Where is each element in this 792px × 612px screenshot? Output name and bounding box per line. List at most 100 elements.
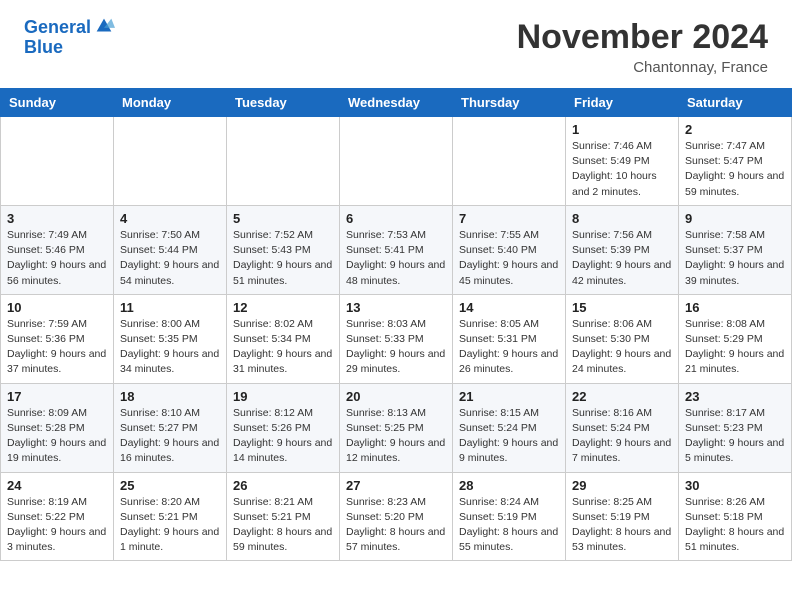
day-cell: 4Sunrise: 7:50 AM Sunset: 5:44 PM Daylig… <box>114 205 227 294</box>
day-cell: 5 Sunrise: 7:52 AM Sunset: 5:43 PM Daylig… <box>227 205 340 294</box>
day-info: Sunrise: 8:00 AM Sunset: 5:35 PM Dayligh… <box>120 317 220 378</box>
day-number: 27 <box>346 478 446 493</box>
day-info: Sunrise: 8:05 AM Sunset: 5:31 PM Dayligh… <box>459 317 559 378</box>
col-friday: Friday <box>566 89 679 117</box>
day-number: 5 <box>233 211 333 226</box>
day-cell: 1 Sunrise: 7:46 AM Sunset: 5:49 PM Daylig… <box>566 117 679 206</box>
week-row-3: 10 Sunrise: 7:59 AM Sunset: 5:36 PM Dayli… <box>1 294 792 383</box>
day-number: 10 <box>7 300 107 315</box>
day-number: 16 <box>685 300 785 315</box>
day-number: 1 <box>572 122 672 137</box>
day-info: Sunrise: 8:06 AM Sunset: 5:30 PM Dayligh… <box>572 317 672 378</box>
page: General Blue November 2024 Chantonnay, F… <box>0 0 792 561</box>
day-cell: 14 Sunrise: 8:05 AM Sunset: 5:31 PM Dayli… <box>453 294 566 383</box>
day-cell: 27Sunrise: 8:23 AM Sunset: 5:20 PM Dayli… <box>340 472 453 561</box>
day-number: 29 <box>572 478 672 493</box>
day-number: 12 <box>233 300 333 315</box>
day-cell <box>340 117 453 206</box>
month-title: November 2024 <box>517 18 768 57</box>
day-info: Sunrise: 7:49 AM Sunset: 5:46 PM Dayligh… <box>7 228 107 289</box>
day-cell: 30 Sunrise: 8:26 AM Sunset: 5:18 PM Dayli… <box>679 472 792 561</box>
day-cell: 25 Sunrise: 8:20 AM Sunset: 5:21 PM Dayli… <box>114 472 227 561</box>
day-cell: 16 Sunrise: 8:08 AM Sunset: 5:29 PM Dayli… <box>679 294 792 383</box>
day-cell: 19 Sunrise: 8:12 AM Sunset: 5:26 PM Dayli… <box>227 383 340 472</box>
day-info: Sunrise: 8:03 AM Sunset: 5:33 PM Dayligh… <box>346 317 446 378</box>
day-cell: 9 Sunrise: 7:58 AM Sunset: 5:37 PM Daylig… <box>679 205 792 294</box>
day-info: Sunrise: 8:12 AM Sunset: 5:26 PM Dayligh… <box>233 406 333 467</box>
day-info: Sunrise: 7:53 AM Sunset: 5:41 PM Dayligh… <box>346 228 446 289</box>
day-number: 25 <box>120 478 220 493</box>
day-cell <box>227 117 340 206</box>
day-cell: 24Sunrise: 8:19 AM Sunset: 5:22 PM Dayli… <box>1 472 114 561</box>
day-number: 23 <box>685 389 785 404</box>
calendar-table: Sunday Monday Tuesday Wednesday Thursday… <box>0 88 792 561</box>
week-row-2: 3 Sunrise: 7:49 AM Sunset: 5:46 PM Daylig… <box>1 205 792 294</box>
day-cell: 8 Sunrise: 7:56 AM Sunset: 5:39 PM Daylig… <box>566 205 679 294</box>
day-number: 7 <box>459 211 559 226</box>
day-number: 17 <box>7 389 107 404</box>
col-wednesday: Wednesday <box>340 89 453 117</box>
week-row-5: 24Sunrise: 8:19 AM Sunset: 5:22 PM Dayli… <box>1 472 792 561</box>
col-thursday: Thursday <box>453 89 566 117</box>
day-cell: 3 Sunrise: 7:49 AM Sunset: 5:46 PM Daylig… <box>1 205 114 294</box>
day-cell: 2Sunrise: 7:47 AM Sunset: 5:47 PM Daylig… <box>679 117 792 206</box>
day-cell: 23Sunrise: 8:17 AM Sunset: 5:23 PM Dayli… <box>679 383 792 472</box>
logo-icon <box>93 15 115 37</box>
day-cell <box>1 117 114 206</box>
day-cell: 10 Sunrise: 7:59 AM Sunset: 5:36 PM Dayli… <box>1 294 114 383</box>
logo: General Blue <box>24 18 115 58</box>
day-number: 8 <box>572 211 672 226</box>
day-cell <box>114 117 227 206</box>
day-number: 11 <box>120 300 220 315</box>
day-cell: 6Sunrise: 7:53 AM Sunset: 5:41 PM Daylig… <box>340 205 453 294</box>
day-info: Sunrise: 7:50 AM Sunset: 5:44 PM Dayligh… <box>120 228 220 289</box>
day-cell: 12 Sunrise: 8:02 AM Sunset: 5:34 PM Dayli… <box>227 294 340 383</box>
week-row-4: 17 Sunrise: 8:09 AM Sunset: 5:28 PM Dayli… <box>1 383 792 472</box>
day-info: Sunrise: 7:46 AM Sunset: 5:49 PM Dayligh… <box>572 139 672 200</box>
day-number: 15 <box>572 300 672 315</box>
day-number: 18 <box>120 389 220 404</box>
day-info: Sunrise: 7:56 AM Sunset: 5:39 PM Dayligh… <box>572 228 672 289</box>
day-number: 19 <box>233 389 333 404</box>
day-cell: 29 Sunrise: 8:25 AM Sunset: 5:19 PM Dayli… <box>566 472 679 561</box>
day-info: Sunrise: 8:13 AM Sunset: 5:25 PM Dayligh… <box>346 406 446 467</box>
week-row-1: 1 Sunrise: 7:46 AM Sunset: 5:49 PM Daylig… <box>1 117 792 206</box>
day-info: Sunrise: 7:52 AM Sunset: 5:43 PM Dayligh… <box>233 228 333 289</box>
day-info: Sunrise: 8:26 AM Sunset: 5:18 PM Dayligh… <box>685 495 785 556</box>
day-cell: 28 Sunrise: 8:24 AM Sunset: 5:19 PM Dayli… <box>453 472 566 561</box>
calendar-header-row: Sunday Monday Tuesday Wednesday Thursday… <box>1 89 792 117</box>
day-info: Sunrise: 8:24 AM Sunset: 5:19 PM Dayligh… <box>459 495 559 556</box>
day-cell: 13 Sunrise: 8:03 AM Sunset: 5:33 PM Dayli… <box>340 294 453 383</box>
day-number: 26 <box>233 478 333 493</box>
day-info: Sunrise: 7:59 AM Sunset: 5:36 PM Dayligh… <box>7 317 107 378</box>
day-info: Sunrise: 8:16 AM Sunset: 5:24 PM Dayligh… <box>572 406 672 467</box>
day-cell: 18 Sunrise: 8:10 AM Sunset: 5:27 PM Dayli… <box>114 383 227 472</box>
day-cell: 20Sunrise: 8:13 AM Sunset: 5:25 PM Dayli… <box>340 383 453 472</box>
day-info: Sunrise: 8:25 AM Sunset: 5:19 PM Dayligh… <box>572 495 672 556</box>
col-monday: Monday <box>114 89 227 117</box>
day-info: Sunrise: 8:10 AM Sunset: 5:27 PM Dayligh… <box>120 406 220 467</box>
day-number: 30 <box>685 478 785 493</box>
title-block: November 2024 Chantonnay, France <box>517 18 768 76</box>
logo-text: General <box>24 18 91 38</box>
day-info: Sunrise: 8:09 AM Sunset: 5:28 PM Dayligh… <box>7 406 107 467</box>
day-number: 28 <box>459 478 559 493</box>
day-number: 3 <box>7 211 107 226</box>
day-cell: 15 Sunrise: 8:06 AM Sunset: 5:30 PM Dayli… <box>566 294 679 383</box>
day-number: 9 <box>685 211 785 226</box>
day-number: 13 <box>346 300 446 315</box>
col-tuesday: Tuesday <box>227 89 340 117</box>
day-info: Sunrise: 8:21 AM Sunset: 5:21 PM Dayligh… <box>233 495 333 556</box>
day-info: Sunrise: 8:20 AM Sunset: 5:21 PM Dayligh… <box>120 495 220 556</box>
day-number: 22 <box>572 389 672 404</box>
header: General Blue November 2024 Chantonnay, F… <box>0 0 792 84</box>
day-info: Sunrise: 7:58 AM Sunset: 5:37 PM Dayligh… <box>685 228 785 289</box>
day-cell: 22 Sunrise: 8:16 AM Sunset: 5:24 PM Dayli… <box>566 383 679 472</box>
day-number: 14 <box>459 300 559 315</box>
day-info: Sunrise: 8:02 AM Sunset: 5:34 PM Dayligh… <box>233 317 333 378</box>
day-cell: 21Sunrise: 8:15 AM Sunset: 5:24 PM Dayli… <box>453 383 566 472</box>
day-cell: 17 Sunrise: 8:09 AM Sunset: 5:28 PM Dayli… <box>1 383 114 472</box>
day-number: 2 <box>685 122 785 137</box>
day-info: Sunrise: 7:55 AM Sunset: 5:40 PM Dayligh… <box>459 228 559 289</box>
day-info: Sunrise: 8:08 AM Sunset: 5:29 PM Dayligh… <box>685 317 785 378</box>
